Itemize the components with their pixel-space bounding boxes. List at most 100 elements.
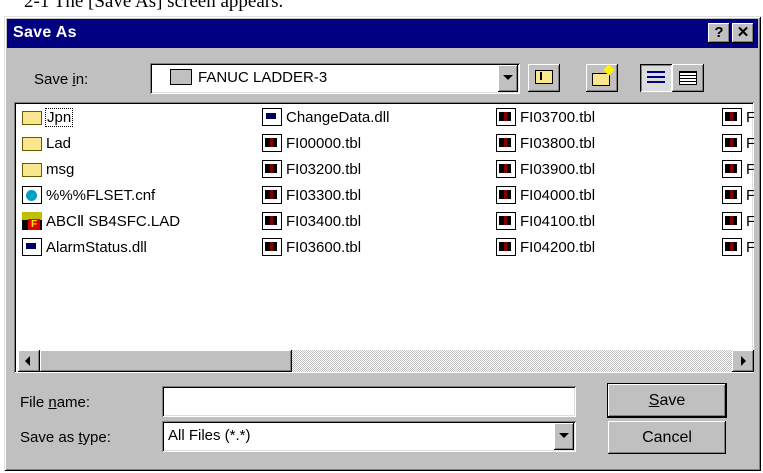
list-item[interactable]: FI03800.tbl (496, 132, 595, 154)
dialog-title: Save As (13, 24, 77, 41)
details-view-button[interactable] (672, 64, 704, 92)
file-name: FI03600.tbl (286, 238, 362, 256)
file-name: F (746, 186, 754, 204)
file-name: FI04100.tbl (520, 212, 596, 230)
chevron-down-icon[interactable] (554, 423, 574, 450)
file-name: F (746, 212, 754, 230)
file-name: Jpn (44, 107, 74, 127)
save-as-type-value: All Files (*.*) (168, 427, 251, 444)
list-item[interactable]: Jpn (22, 106, 74, 128)
tbl-file-icon (496, 238, 516, 256)
scroll-thumb[interactable] (40, 350, 292, 372)
list-view-icon (647, 71, 665, 85)
folder-icon (22, 137, 42, 151)
save-as-dialog: Save As ? ✕ Save in: FANUC LADDER-3 Jpn … (4, 16, 761, 471)
tbl-file-icon (722, 108, 742, 126)
tbl-file-icon (262, 186, 282, 204)
tbl-file-icon (496, 134, 516, 152)
list-item[interactable]: FI03300.tbl (262, 184, 361, 206)
file-name-input[interactable] (162, 386, 576, 417)
horizontal-scrollbar[interactable] (18, 350, 754, 372)
save-label: ave (659, 392, 686, 409)
tbl-file-icon (496, 212, 516, 230)
save-as-type-label: Save as type: (20, 429, 111, 446)
tbl-file-icon (262, 212, 282, 230)
list-item[interactable]: FI04100.tbl (496, 210, 595, 232)
chevron-right-icon (741, 356, 746, 366)
file-name: FI04000.tbl (520, 186, 596, 204)
list-item[interactable]: FI04200.tbl (496, 236, 595, 258)
title-bar: Save As ? ✕ (7, 19, 758, 48)
file-name: FI03900.tbl (520, 160, 596, 178)
list-view-button[interactable] (640, 64, 672, 92)
tbl-file-icon (722, 186, 742, 204)
close-icon: ✕ (736, 24, 750, 41)
file-name: F (746, 108, 754, 126)
file-name: msg (46, 160, 75, 178)
list-item[interactable]: FI03600.tbl (262, 236, 361, 258)
create-new-folder-button[interactable] (586, 64, 618, 92)
folder-up-icon (535, 70, 553, 84)
file-name: FI03800.tbl (520, 134, 596, 152)
list-item[interactable]: ChangeData.dll (262, 106, 389, 128)
tbl-file-icon (262, 134, 282, 152)
list-item[interactable]: msg (22, 158, 74, 180)
up-arrow-stem (540, 72, 542, 80)
file-name: F (746, 134, 754, 152)
save-in-value: FANUC LADDER-3 (198, 69, 328, 86)
dll-file-icon (262, 108, 282, 126)
file-name: ABCⅡ SB4SFC.LAD (46, 213, 181, 230)
list-item[interactable]: FI03400.tbl (262, 210, 361, 232)
help-button[interactable]: ? (708, 23, 730, 43)
list-item[interactable]: F (722, 236, 754, 258)
save-in-label: Save in: (34, 71, 89, 88)
save-in-dropdown[interactable]: FANUC LADDER-3 (150, 63, 520, 94)
tbl-file-icon (722, 238, 742, 256)
list-item[interactable]: F (722, 184, 754, 206)
list-item[interactable]: FI03900.tbl (496, 158, 595, 180)
chevron-left-icon (25, 356, 30, 366)
up-one-level-button[interactable] (528, 64, 560, 92)
list-item[interactable]: FI00000.tbl (262, 132, 361, 154)
close-button[interactable]: ✕ (732, 23, 754, 43)
file-name: FI00000.tbl (286, 134, 362, 152)
save-accel: S (648, 392, 660, 409)
file-name: ChangeData.dll (286, 108, 390, 126)
list-item[interactable]: F (722, 106, 754, 128)
folder-icon (170, 69, 192, 85)
list-item[interactable]: AlarmStatus.dll (22, 236, 147, 258)
scroll-left-button[interactable] (18, 350, 40, 372)
tbl-file-icon (722, 134, 742, 152)
document-caption: 2-1 The [Save As] screen appears. (24, 0, 284, 12)
chevron-down-icon[interactable] (498, 65, 518, 92)
file-name: FI03700.tbl (520, 108, 596, 126)
list-item[interactable]: FI03200.tbl (262, 158, 361, 180)
list-item[interactable]: %%%FLSET.cnf (22, 184, 155, 206)
list-item[interactable]: ABCⅡ SB4SFC.LAD (22, 210, 180, 232)
file-list: Jpn Lad msg %%%FLSET.cnf ABCⅡ SB4SFC.LAD… (18, 102, 754, 366)
list-item[interactable]: F (722, 210, 754, 232)
file-name: FI03400.tbl (286, 212, 362, 230)
file-name: F (746, 160, 754, 178)
file-name: FI03300.tbl (286, 186, 362, 204)
list-item[interactable]: FI03700.tbl (496, 106, 595, 128)
tbl-file-icon (722, 212, 742, 230)
dll-file-icon (22, 238, 42, 256)
save-as-type-dropdown[interactable]: All Files (*.*) (162, 421, 576, 452)
file-name: FI03200.tbl (286, 160, 362, 178)
config-file-icon (22, 186, 42, 204)
file-name: F (746, 238, 754, 256)
folder-icon (22, 163, 42, 177)
cancel-button[interactable]: Cancel (608, 421, 726, 454)
file-name-label: File name: (20, 394, 91, 411)
list-item[interactable]: Lad (22, 132, 71, 154)
save-button[interactable]: Save (607, 383, 727, 418)
tbl-file-icon (722, 160, 742, 178)
list-item[interactable]: F (722, 158, 754, 180)
tbl-file-icon (496, 160, 516, 178)
list-item[interactable]: FI04000.tbl (496, 184, 595, 206)
list-item[interactable]: F (722, 132, 754, 154)
file-name: Lad (46, 134, 72, 152)
help-icon: ? (714, 24, 724, 41)
scroll-right-button[interactable] (732, 350, 754, 372)
